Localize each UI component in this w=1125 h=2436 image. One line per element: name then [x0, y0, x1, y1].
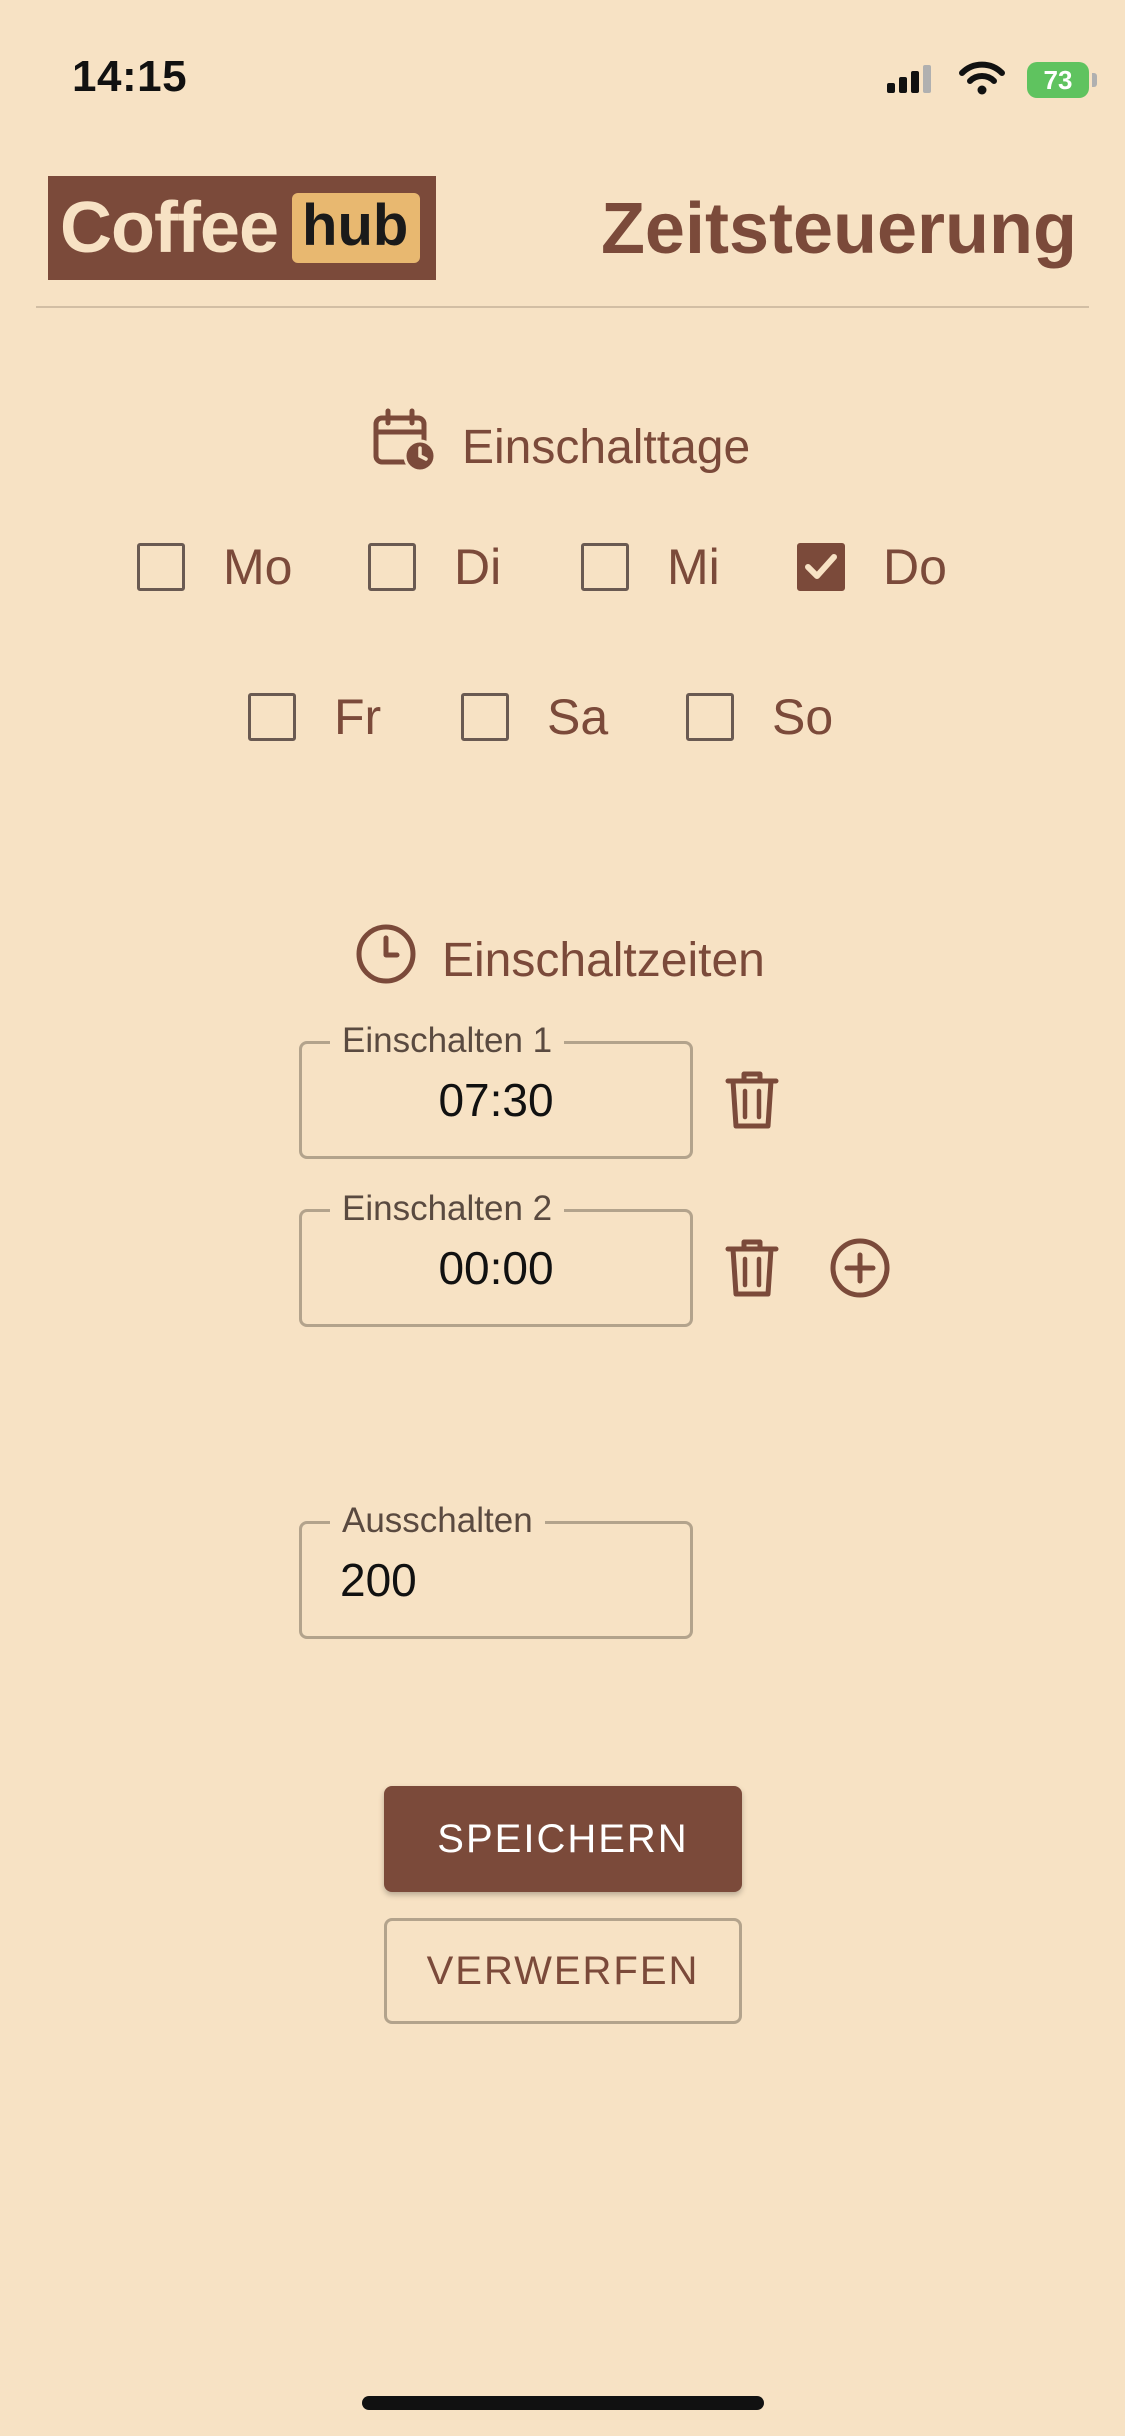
off-field[interactable]: Ausschalten 200	[299, 1500, 693, 1639]
calendar-clock-icon	[372, 408, 438, 486]
logo-text-coffee: Coffee	[60, 188, 279, 268]
time-field-2-value[interactable]: 00:00	[302, 1212, 690, 1324]
times-section-title: Einschaltzeiten	[354, 922, 765, 998]
days-section-label: Einschalttage	[462, 420, 751, 474]
battery-icon: 73	[1027, 62, 1097, 98]
checkbox-box[interactable]	[461, 693, 509, 741]
days-section-title: Einschalttage	[372, 408, 750, 486]
day-checkbox-mo[interactable]: Mo	[137, 538, 292, 596]
off-field-value[interactable]: 200	[302, 1524, 690, 1636]
day-checkbox-di[interactable]: Di	[368, 538, 501, 596]
trash-icon	[724, 1237, 780, 1304]
delete-time-1-button[interactable]	[718, 1068, 786, 1136]
logo-text-hub: hub	[292, 193, 421, 263]
wifi-icon	[959, 61, 1005, 100]
day-checkbox-mi[interactable]: Mi	[581, 538, 720, 596]
checkbox-box[interactable]	[137, 543, 185, 591]
times-section-label: Einschaltzeiten	[442, 933, 765, 987]
checkmark-icon	[805, 554, 837, 579]
save-button[interactable]: SPEICHERN	[384, 1786, 742, 1892]
day-label: So	[772, 689, 834, 745]
time-field-1[interactable]: Einschalten 1 07:30	[299, 1020, 693, 1159]
clock-icon	[354, 922, 418, 998]
time-field-1-value[interactable]: 07:30	[302, 1044, 690, 1156]
day-label: Mo	[223, 539, 293, 595]
checkbox-box[interactable]	[248, 693, 296, 741]
battery-level: 73	[1043, 64, 1073, 95]
checkbox-box[interactable]	[797, 543, 845, 591]
day-checkbox-fr[interactable]: Fr	[248, 688, 381, 746]
add-time-button[interactable]	[826, 1236, 894, 1304]
plus-circle-icon	[828, 1236, 892, 1305]
app-logo: Coffee hub	[48, 176, 436, 280]
day-label: Do	[883, 539, 947, 595]
delete-time-2-button[interactable]	[718, 1236, 786, 1304]
checkbox-box[interactable]	[368, 543, 416, 591]
status-icons: 73	[887, 58, 1097, 102]
day-checkbox-sa[interactable]: Sa	[461, 688, 608, 746]
day-checkbox-so[interactable]: So	[686, 688, 833, 746]
time-field-2[interactable]: Einschalten 2 00:00	[299, 1188, 693, 1327]
header-divider	[36, 306, 1089, 308]
checkbox-box[interactable]	[686, 693, 734, 741]
day-checkbox-do[interactable]: Do	[797, 538, 947, 596]
cellular-signal-icon	[887, 63, 937, 98]
checkbox-box[interactable]	[581, 543, 629, 591]
day-label: Sa	[547, 689, 609, 745]
home-indicator	[362, 2396, 764, 2410]
trash-icon	[724, 1069, 780, 1136]
day-label: Mi	[667, 539, 720, 595]
day-label: Di	[454, 539, 502, 595]
day-label: Fr	[334, 689, 382, 745]
status-time: 14:15	[72, 52, 188, 101]
discard-button[interactable]: VERWERFEN	[384, 1918, 742, 2024]
page-title: Zeitsteuerung	[600, 189, 1077, 269]
